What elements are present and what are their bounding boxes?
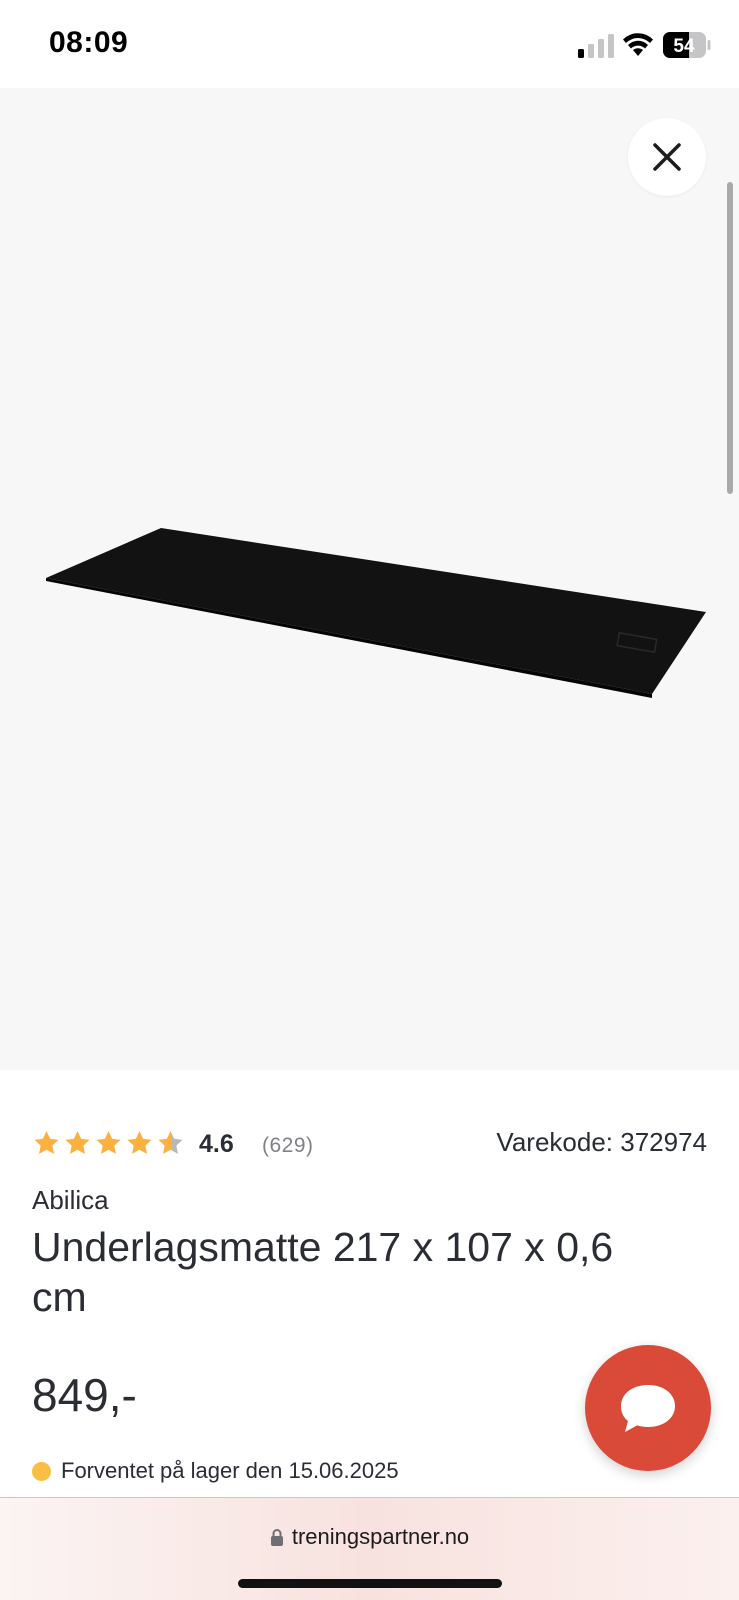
- battery-level: 54: [673, 36, 695, 57]
- review-count[interactable]: (629): [262, 1134, 314, 1158]
- rating-stars[interactable]: [32, 1129, 185, 1157]
- star-full-icon: [65, 1131, 90, 1154]
- url-display[interactable]: treningspartner.no: [0, 1524, 739, 1550]
- product-price: 849,-: [32, 1369, 137, 1421]
- close-icon: [653, 143, 681, 171]
- status-time: 08:09: [49, 26, 129, 59]
- close-button[interactable]: [628, 118, 706, 196]
- rating-value: 4.6: [199, 1130, 234, 1158]
- battery-icon: 54: [663, 32, 711, 58]
- wifi-icon: [623, 33, 653, 56]
- browser-address-bar[interactable]: treningspartner.no: [0, 1497, 739, 1600]
- scrollbar[interactable]: [727, 182, 733, 494]
- brand-name[interactable]: Abilica: [32, 1185, 109, 1216]
- stock-status-text: Forventet på lager den 15.06.2025: [61, 1458, 399, 1483]
- stock-status-dot: [32, 1462, 51, 1481]
- chat-button[interactable]: [585, 1345, 711, 1471]
- lock-icon: [270, 1529, 283, 1546]
- signal-icon: [578, 34, 614, 58]
- product-title: Underlagsmatte 217 x 107 x 0,6 cm: [32, 1224, 614, 1320]
- product-image: [46, 528, 706, 698]
- star-full-icon: [127, 1131, 152, 1154]
- url-text: treningspartner.no: [291, 1524, 470, 1549]
- home-indicator[interactable]: [238, 1579, 502, 1588]
- star-full-icon: [96, 1131, 121, 1154]
- chat-bubble-icon: [621, 1385, 675, 1432]
- star-partial-icon: [158, 1131, 183, 1154]
- product-page: 08:09 54 4.6 (629) Varekode: 372974 Abil…: [0, 0, 739, 1600]
- star-full-icon: [34, 1131, 59, 1154]
- status-bar: 08:09 54: [0, 0, 739, 88]
- sku-label: Varekode: 372974: [496, 1127, 707, 1157]
